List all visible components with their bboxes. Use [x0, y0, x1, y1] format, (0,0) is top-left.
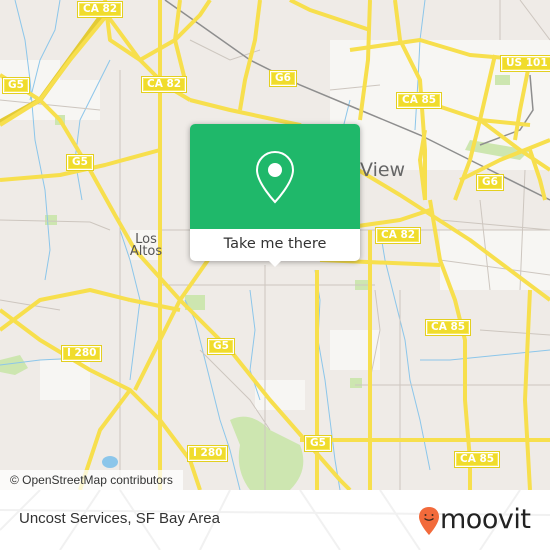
- route-shield-ca85: CA 85: [453, 451, 501, 468]
- place-label-mountain-view: View: [360, 159, 406, 181]
- moovit-pin-icon: [419, 507, 439, 535]
- route-shield-ca82: CA 82: [374, 227, 422, 244]
- route-shield-g5: G5: [207, 338, 235, 355]
- route-shield-us101: US 101: [500, 55, 550, 72]
- moovit-logo[interactable]: moovit: [418, 504, 531, 538]
- route-shield-ca82: CA 82: [76, 1, 124, 18]
- popup-pointer: [268, 260, 282, 267]
- route-shield-g5: G5: [66, 154, 94, 171]
- route-shield-i280: I 280: [60, 345, 103, 362]
- footer: Uncost Services, SF Bay Area moovit: [0, 490, 550, 550]
- route-shield-ca85: CA 85: [395, 92, 443, 109]
- take-me-there-button[interactable]: Take me there: [190, 229, 360, 261]
- route-shield-g5: G5: [2, 77, 30, 94]
- route-shield-ca82: CA 82: [140, 76, 188, 93]
- route-shield-g6: G6: [269, 70, 297, 87]
- route-shield-g5: G5: [304, 435, 332, 452]
- route-shield-g6: G6: [476, 174, 504, 191]
- lake: [102, 456, 118, 468]
- route-shield-ca85: CA 85: [424, 319, 472, 336]
- moovit-wordmark: moovit: [440, 504, 531, 535]
- route-shield-i280: I 280: [186, 445, 229, 462]
- destination-popup: Take me there: [190, 124, 360, 267]
- place-label-los-altos: Los Altos: [129, 232, 163, 259]
- location-title: Uncost Services, SF Bay Area: [19, 510, 220, 527]
- location-pin-icon: [255, 150, 295, 204]
- map-attribution[interactable]: © OpenStreetMap contributors: [0, 470, 183, 490]
- popup-header: [190, 124, 360, 229]
- map[interactable]: CA 82 G5 CA 82 G6 US 101 CA 85 G5 G6 CA …: [0, 0, 550, 490]
